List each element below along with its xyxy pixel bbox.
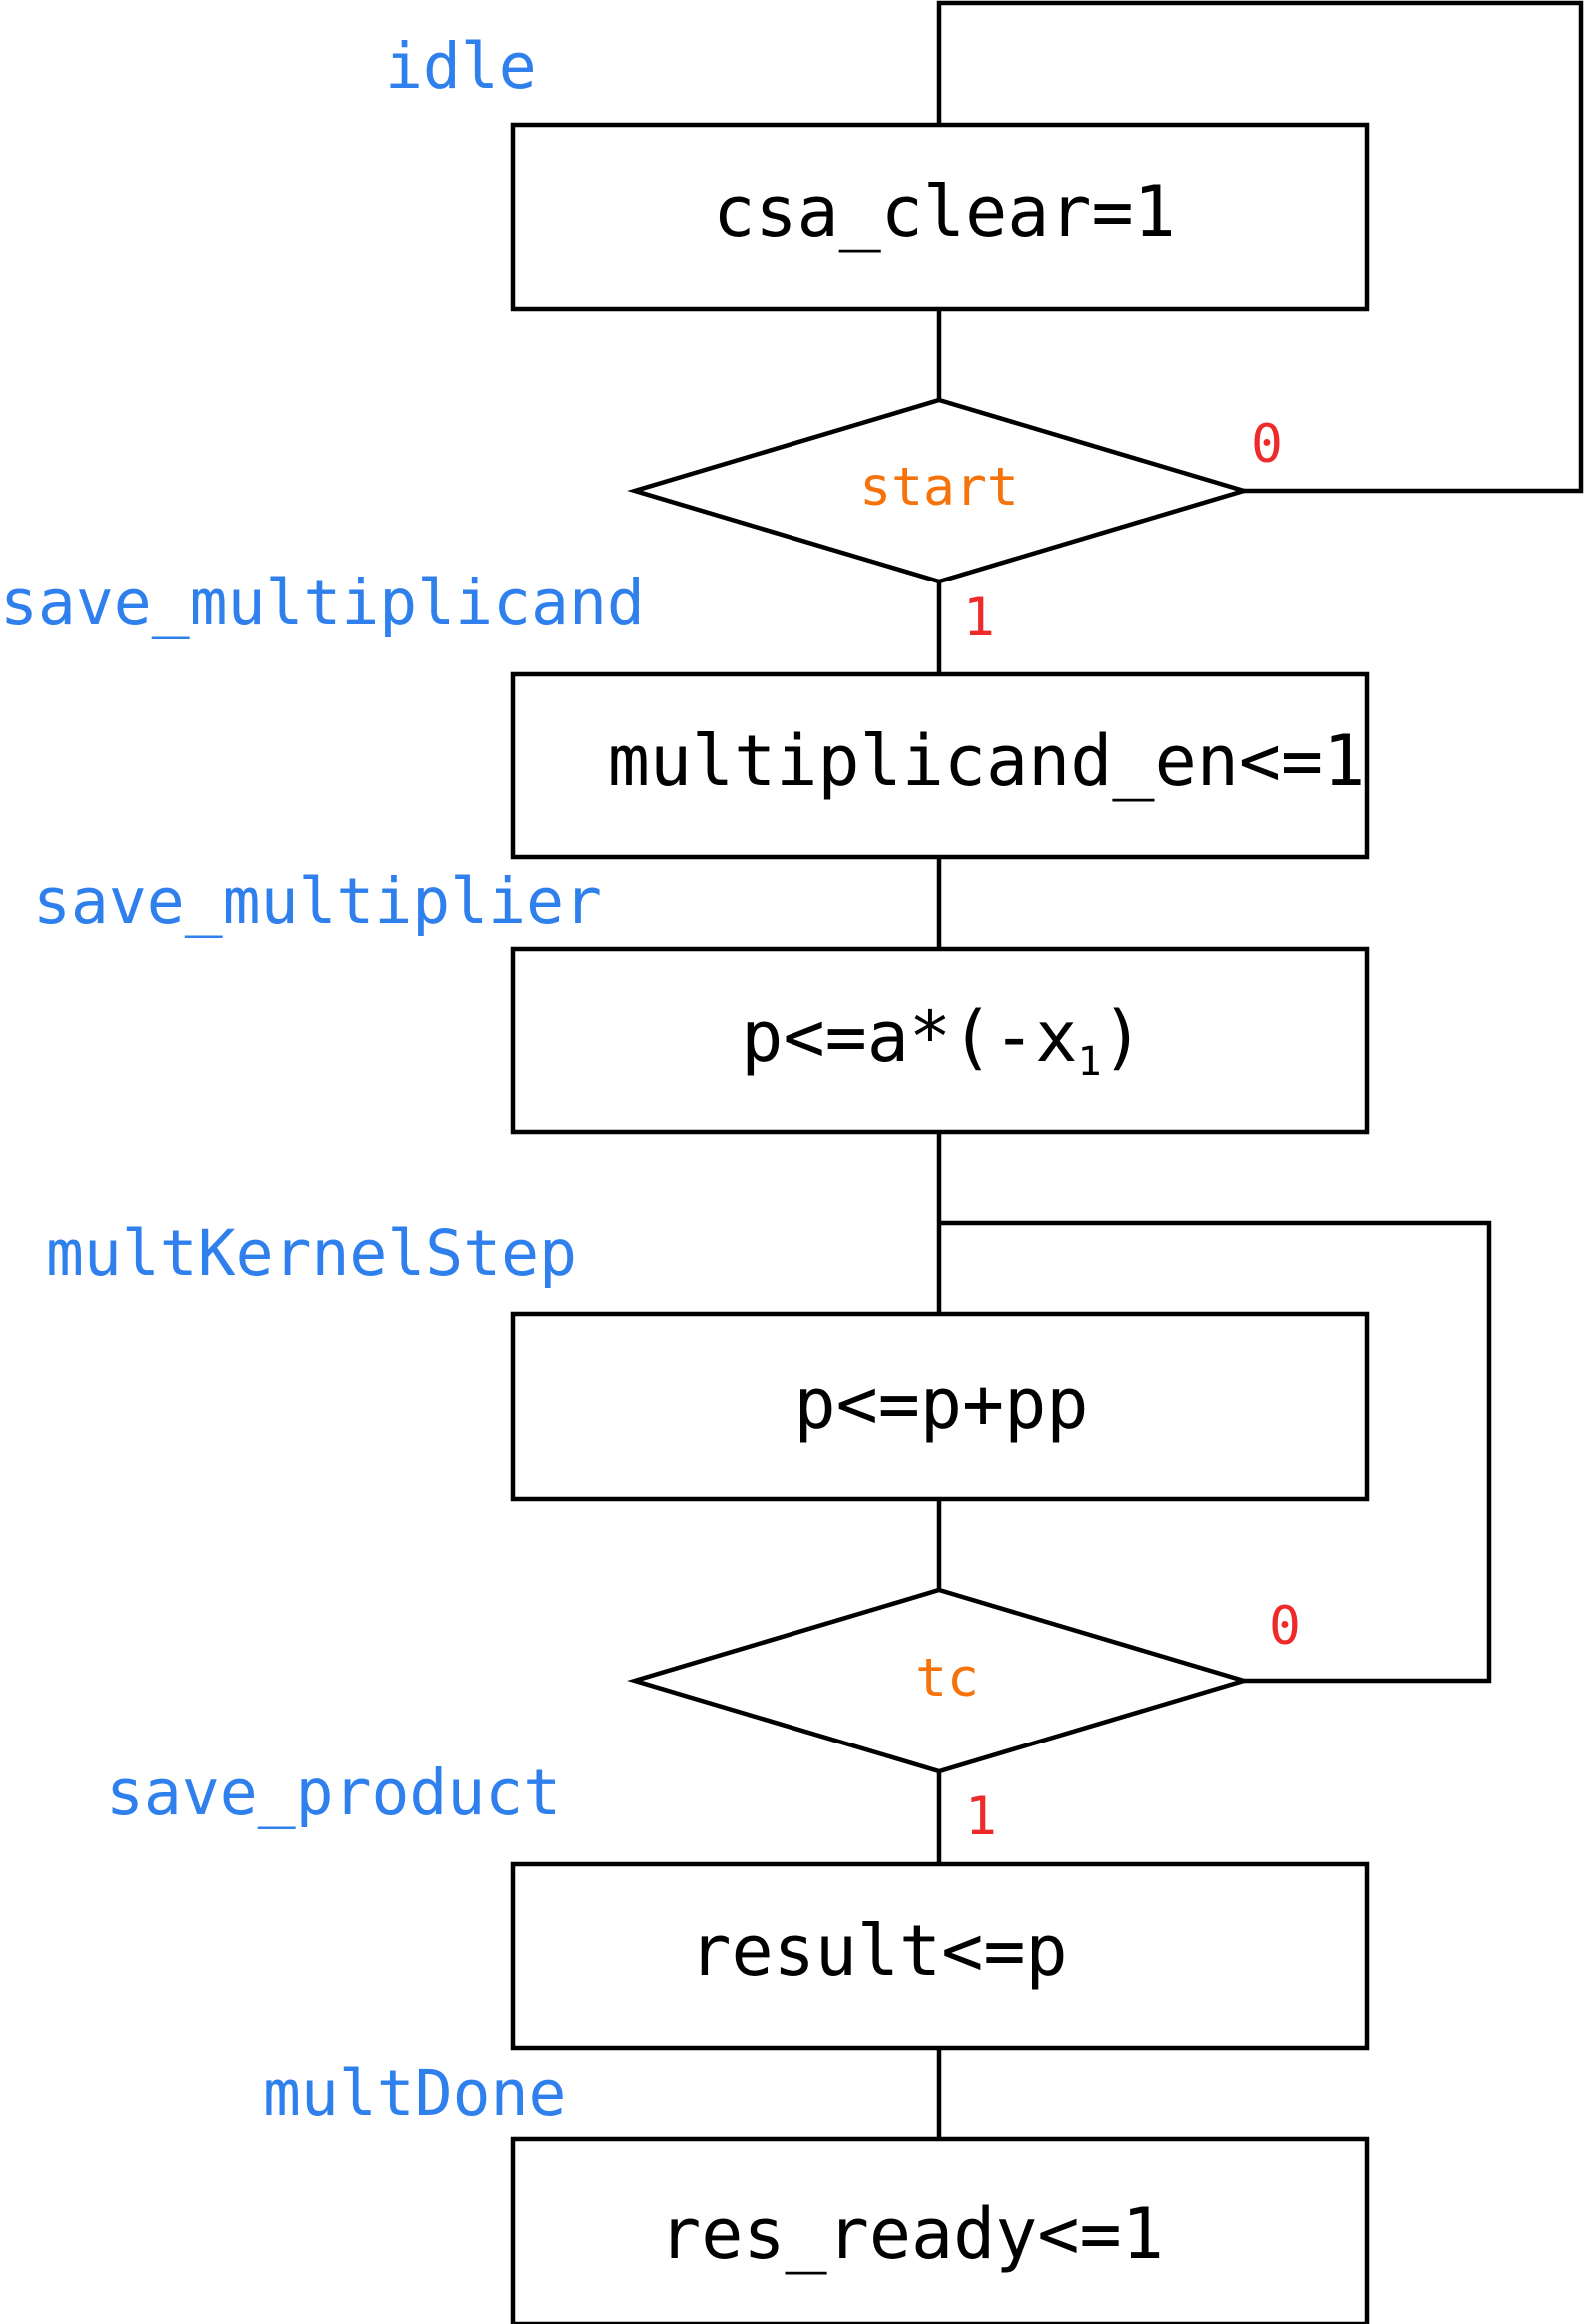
condition-tc: tc [915,1648,979,1709]
branch-start-false: 0 [1251,414,1283,475]
state-label-idle: idle [385,30,537,103]
action-multiplicand-en: multiplicand_en<=1 [608,720,1366,802]
action-p-init-close: ) [1102,996,1144,1078]
state-label-mult-done: multDone [263,2057,566,2130]
state-label-mult-kernel-step: multKernelStep [46,1217,577,1290]
action-csa-clear: csa_clear=1 [713,171,1176,253]
action-p-init-main: p<=a*(-x [741,996,1077,1078]
action-p-init-subscript: 1 [1077,1039,1101,1085]
branch-start-true: 1 [963,587,995,648]
action-result: result<=p [689,1910,1067,1992]
condition-start: start [859,457,1019,518]
state-label-save-multiplicand: save_multiplicand [0,567,645,639]
action-p-accumulate: p<=p+pp [793,1363,1088,1445]
branch-tc-true: 1 [965,1786,997,1847]
asm-flowchart: idle save_multiplicand save_multiplier m… [0,0,1584,2324]
state-label-save-multiplier: save_multiplier [33,865,602,938]
action-res-ready: res_ready<=1 [659,2193,1164,2275]
state-label-save-product: save_product [106,1756,561,1829]
branch-tc-false: 0 [1269,1596,1301,1657]
